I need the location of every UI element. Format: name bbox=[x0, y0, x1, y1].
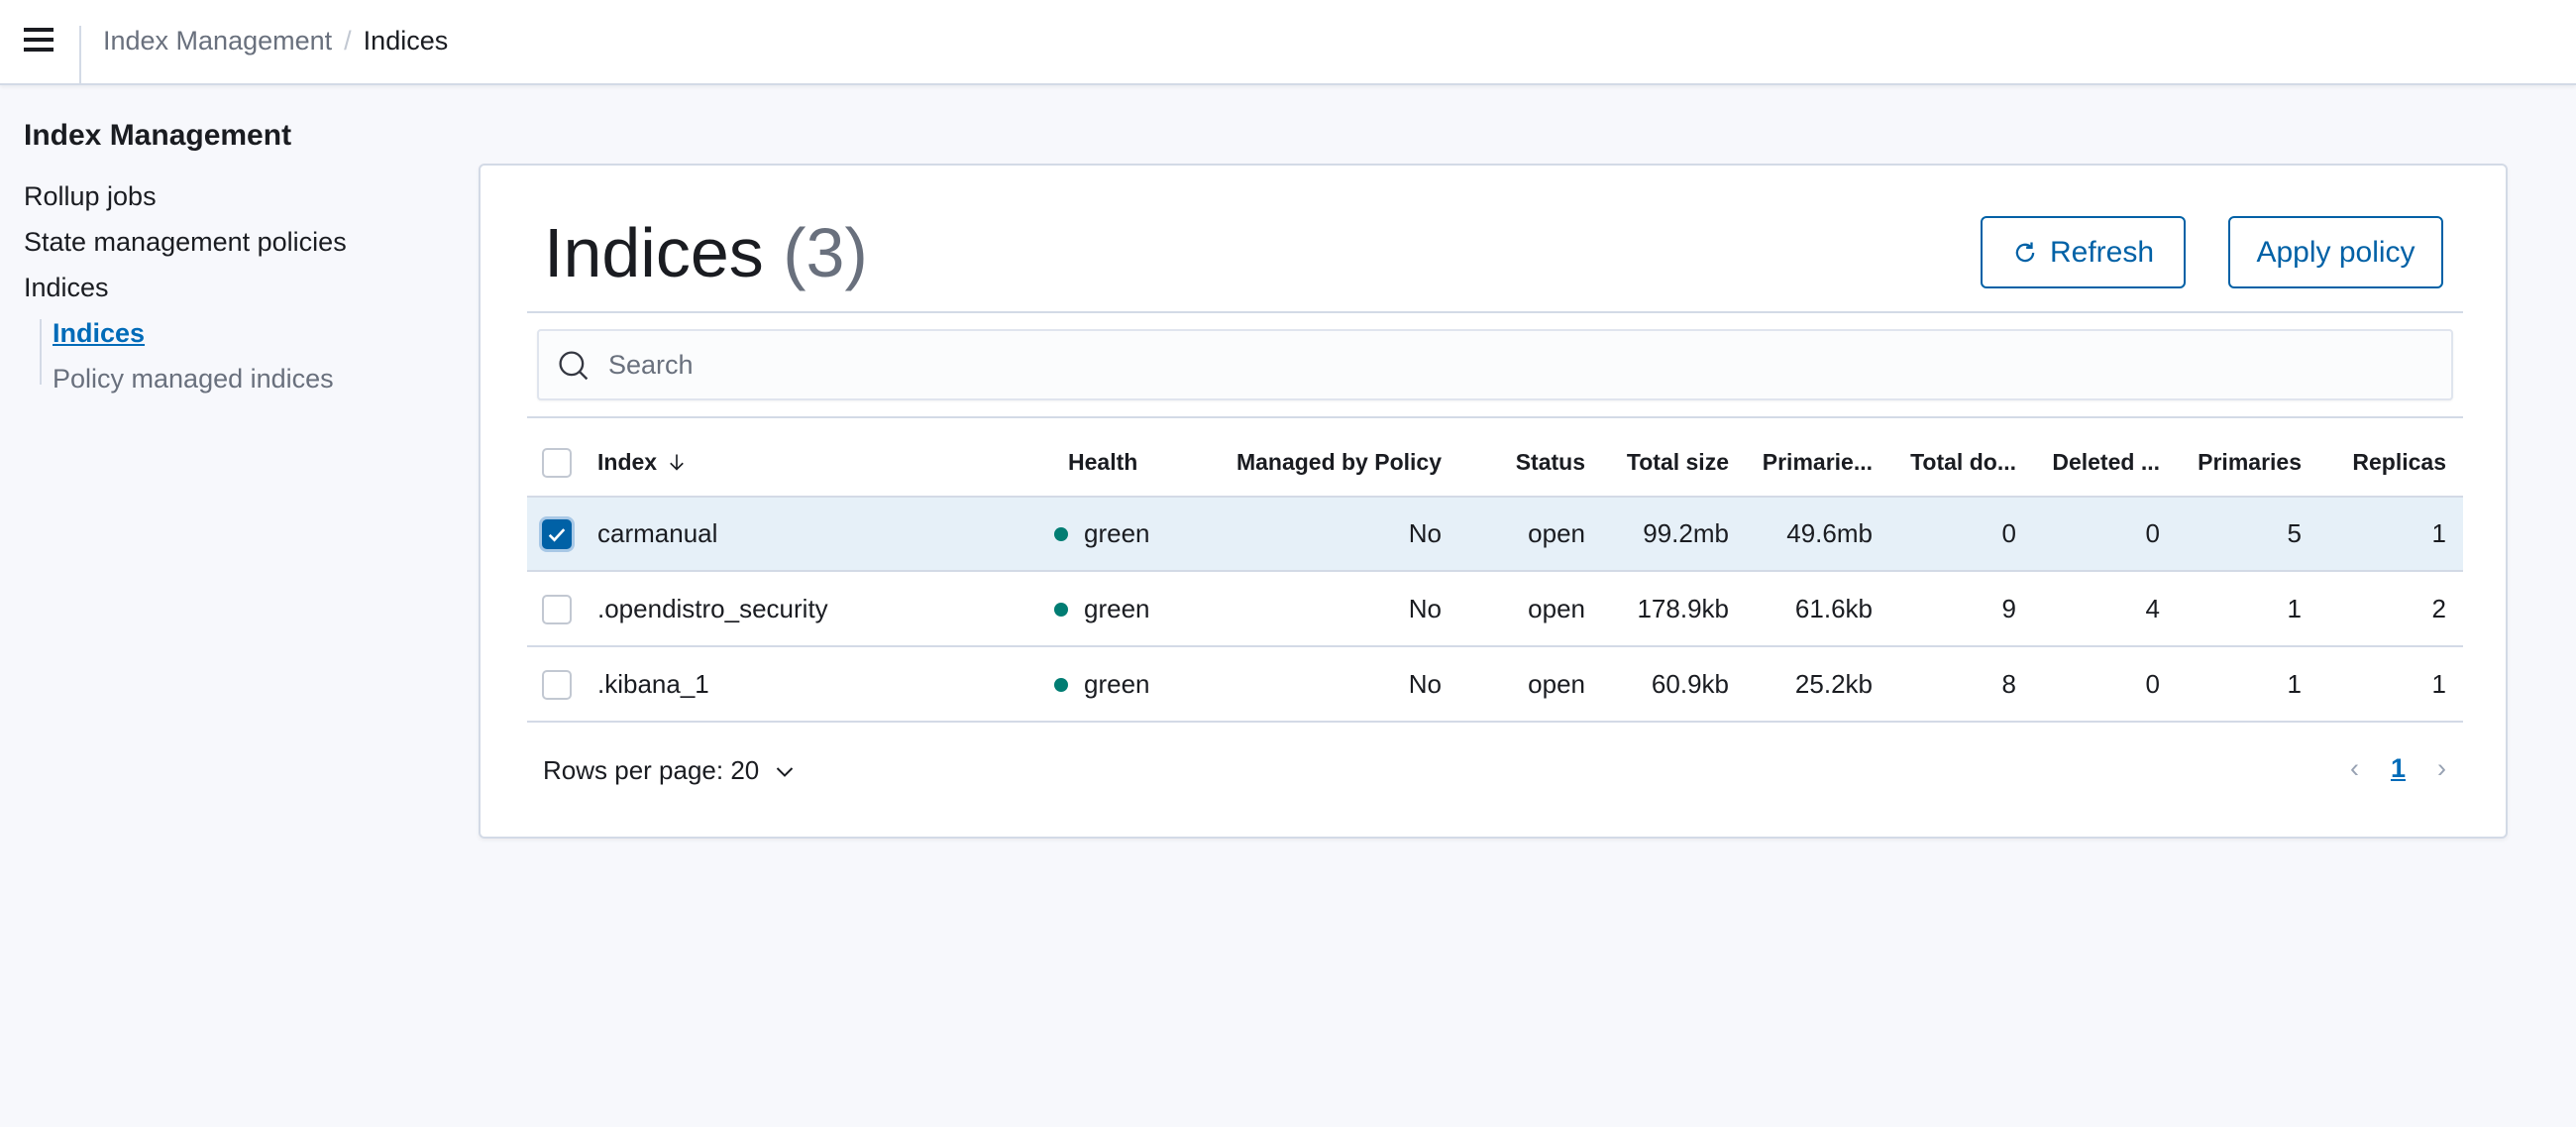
pagination: ‹ 1 › bbox=[2350, 753, 2446, 784]
table-row[interactable]: .kibana_1 green No open 60.9kb 25.2kb 8 0 1 1 bbox=[527, 648, 2463, 723]
sidebar-item-indices[interactable]: Indices bbox=[24, 273, 109, 303]
menu-icon[interactable] bbox=[24, 28, 54, 54]
cell-replicas: 1 bbox=[2431, 669, 2446, 699]
rows-per-page-label: Rows per page: 20 bbox=[543, 755, 760, 785]
sidebar-title: Index Management bbox=[24, 119, 292, 152]
refresh-button[interactable]: Refresh bbox=[1981, 216, 2186, 288]
apply-policy-button[interactable]: Apply policy bbox=[2228, 216, 2443, 288]
breadcrumb-index-management[interactable]: Index Management bbox=[103, 26, 332, 56]
refresh-icon bbox=[2015, 241, 2035, 262]
sub-nav-line bbox=[40, 319, 42, 385]
column-header-replicas[interactable]: Replicas bbox=[527, 428, 2446, 496]
cell-replicas: 2 bbox=[2431, 594, 2446, 623]
chevron-right-icon[interactable]: › bbox=[2437, 753, 2446, 784]
sidebar-subitem-policy-managed-indices[interactable]: Policy managed indices bbox=[53, 364, 334, 394]
sidebar-item-state-management-policies[interactable]: State management policies bbox=[24, 227, 347, 258]
page-1-link[interactable]: 1 bbox=[2391, 753, 2406, 784]
page-title: Indices (3) bbox=[544, 213, 868, 292]
title-count: (3) bbox=[783, 214, 868, 291]
indices-panel: Indices (3) Refresh Apply policy Index H… bbox=[479, 164, 2508, 839]
search-box bbox=[537, 329, 2453, 400]
table-header: Index Health Managed by Policy Status To… bbox=[527, 428, 2463, 498]
search-input[interactable] bbox=[608, 331, 2392, 398]
breadcrumb-indices: Indices bbox=[363, 26, 449, 56]
title-text: Indices bbox=[544, 214, 764, 291]
apply-policy-label: Apply policy bbox=[2256, 235, 2415, 269]
chevron-down-icon bbox=[777, 766, 794, 777]
table-row[interactable]: carmanual green No open 99.2mb 49.6mb 0 0 5 1 bbox=[527, 498, 2463, 572]
divider bbox=[79, 26, 81, 85]
breadcrumb: Index Management / Indices bbox=[103, 26, 448, 56]
sidebar-subitem-indices[interactable]: Indices bbox=[53, 318, 145, 349]
search-icon bbox=[559, 351, 589, 381]
sidebar-item-rollup-jobs[interactable]: Rollup jobs bbox=[24, 181, 157, 212]
breadcrumb-separator: / bbox=[344, 26, 352, 56]
divider bbox=[527, 311, 2463, 313]
divider bbox=[527, 416, 2463, 418]
cell-replicas: 1 bbox=[2431, 518, 2446, 548]
top-header: Index Management / Indices bbox=[0, 0, 2576, 85]
refresh-label: Refresh bbox=[2049, 235, 2155, 269]
rows-per-page-button[interactable]: Rows per page: 20 bbox=[543, 755, 797, 786]
chevron-left-icon[interactable]: ‹ bbox=[2350, 753, 2359, 784]
table-row[interactable]: .opendistro_security green No open 178.9kb 61… bbox=[527, 573, 2463, 647]
